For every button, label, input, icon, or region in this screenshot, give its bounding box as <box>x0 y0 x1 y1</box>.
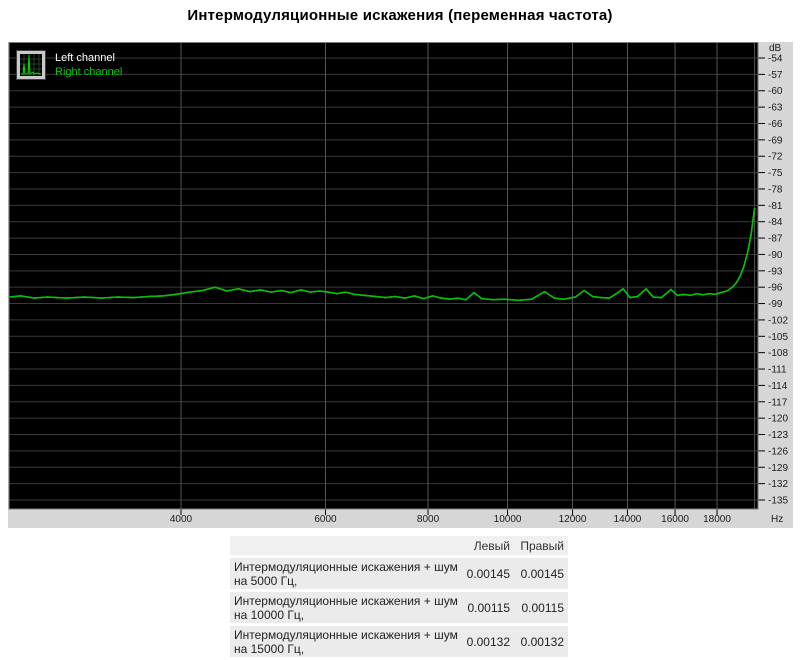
table-header-row: Левый Правый <box>230 536 568 555</box>
row-label-imd-10000: Интермодуляционные искажения + шум на 10… <box>234 593 458 622</box>
x-axis-tick-label: 6000 <box>314 514 337 525</box>
spectrum-analyzer-icon <box>16 50 46 80</box>
y-axis-tick-label: -114 <box>768 381 788 392</box>
plot-area <box>9 42 758 509</box>
y-axis-tick-label: -87 <box>768 234 783 245</box>
y-axis-tick-label: -84 <box>768 217 783 228</box>
x-axis-tick-label: 16000 <box>661 514 689 525</box>
x-axis-tick-label: 14000 <box>614 514 642 525</box>
y-axis-tick-label: -90 <box>768 250 783 261</box>
row-value-left: 0.00145 <box>466 566 510 581</box>
y-axis-unit-label: dB <box>769 43 782 54</box>
y-axis-tick-label: -75 <box>768 168 783 179</box>
table-row: Интермодуляционные искажения + шум на 10… <box>230 592 568 623</box>
y-axis-tick-label: -99 <box>768 299 783 310</box>
y-axis-tick-label: -105 <box>768 332 788 343</box>
table-row: Интермодуляционные искажения + шум на 50… <box>230 558 568 589</box>
y-axis-tick-label: -54 <box>768 54 783 65</box>
row-value-right: 0.00115 <box>521 600 565 615</box>
imd-results-table: Левый Правый Интермодуляционные искажени… <box>230 536 568 660</box>
x-axis-tick-label: 8000 <box>417 514 440 525</box>
page-title: Интермодуляционные искажения (переменная… <box>187 7 613 24</box>
row-label-imd-15000: Интермодуляционные искажения + шум на 15… <box>234 627 458 656</box>
imd-sweep-chart: dB -54 -57 -60 -63 -66 -69 -72 -75 -78 -81 -84 -87 -9… <box>8 42 793 528</box>
y-axis-tick-label: -69 <box>768 135 783 146</box>
x-axis-unit-label: Hz <box>771 514 783 525</box>
y-axis-tick-label: -132 <box>768 479 788 490</box>
y-axis-tick-label: -135 <box>768 496 788 507</box>
x-axis-tick-label: 10000 <box>494 514 522 525</box>
legend-right-channel-label: Right channel <box>55 66 122 78</box>
row-value-left: 0.00132 <box>466 634 510 649</box>
y-axis-tick-label: -108 <box>768 348 788 359</box>
row-value-right: 0.00145 <box>520 566 564 581</box>
x-axis-tick-label: 18000 <box>703 514 731 525</box>
legend-left-channel-label: Left channel <box>55 52 115 64</box>
y-axis-tick-label: -63 <box>768 103 783 114</box>
row-label-imd-5000: Интермодуляционные искажения + шум на 50… <box>234 559 458 588</box>
y-axis-tick-label: -126 <box>768 446 788 457</box>
y-axis-tick-label: -57 <box>768 70 783 81</box>
y-axis-tick-label: -96 <box>768 283 783 294</box>
x-axis-tick-label: 12000 <box>559 514 587 525</box>
chart-canvas: dB-54 -57 -60 -63 -66 -69 -72 -75 -78 -81 -84 -87 -9… <box>8 42 793 528</box>
y-axis-tick-label: -102 <box>768 315 788 326</box>
row-value-left: 0.00115 <box>467 600 511 615</box>
y-axis-tick-label: -60 <box>768 86 783 97</box>
y-axis-tick-label: -123 <box>768 430 788 441</box>
y-axis-tick-label: -78 <box>768 184 783 195</box>
x-axis-tick-label: 4000 <box>170 514 193 525</box>
table-header-left-channel: Левый <box>473 538 510 553</box>
y-axis-tick-label: -117 <box>768 397 788 408</box>
y-axis-tick-label: -66 <box>768 119 783 130</box>
y-axis-tick-label: -111 <box>768 365 787 376</box>
y-axis-tick-label: -129 <box>768 463 788 474</box>
y-axis-tick-label: -72 <box>768 152 783 163</box>
y-axis-tick-label: -120 <box>768 414 788 425</box>
y-axis-tick-label: -93 <box>768 266 783 277</box>
table-header-right-channel: Правый <box>520 538 564 553</box>
row-value-right: 0.00132 <box>520 634 564 649</box>
table-row: Интермодуляционные искажения + шум на 15… <box>230 626 568 657</box>
y-axis-tick-label: -81 <box>768 201 783 212</box>
